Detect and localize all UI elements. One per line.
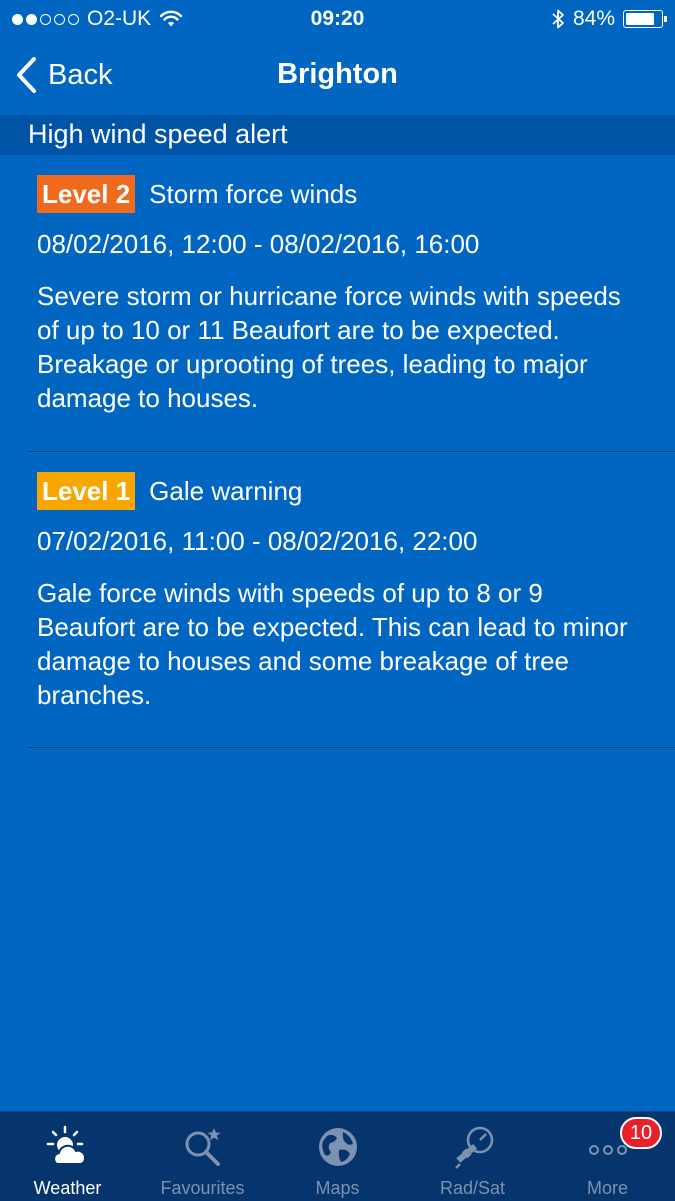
weather-icon — [46, 1125, 86, 1165]
alert-item: Level 1 Gale warning 07/02/2016, 11:00 -… — [0, 452, 675, 748]
level-badge: Level 1 — [37, 472, 136, 510]
alert-time-range: 07/02/2016, 11:00 - 08/02/2016, 22:00 — [37, 526, 478, 556]
alert-title: Gale warning — [149, 475, 303, 506]
tab-weather[interactable]: Weather — [0, 1112, 135, 1201]
tab-label: Rad/Sat — [439, 1178, 506, 1198]
alert-time-range: 08/02/2016, 12:00 - 08/02/2016, 16:00 — [37, 229, 480, 259]
section-header: High wind speed alert — [0, 115, 675, 155]
alert-title: Storm force winds — [149, 178, 358, 209]
status-right: 84% — [551, 7, 667, 31]
section-title: High wind speed alert — [28, 119, 288, 149]
tab-favourites[interactable]: Favourites — [135, 1112, 270, 1201]
tab-rad-sat[interactable]: Rad/Sat — [405, 1112, 540, 1201]
battery-fill — [626, 13, 654, 25]
tab-label: Weather — [33, 1178, 102, 1198]
alert-heading: Level 1 Gale warning — [37, 472, 302, 510]
divider — [28, 747, 675, 748]
battery-tip — [664, 16, 667, 22]
tab-maps[interactable]: Maps — [270, 1112, 405, 1201]
tab-label: More — [586, 1178, 628, 1198]
alert-description: Severe storm or hurricane force winds wi… — [37, 281, 621, 413]
globe-icon — [319, 1128, 357, 1166]
alert-description: Gale force winds with speeds of up to 8 … — [37, 578, 628, 710]
status-bar: O2-UK 09:20 84% — [0, 0, 675, 38]
alert-item: Level 2 Storm force winds 08/02/2016, 12… — [0, 155, 675, 452]
battery-icon — [623, 10, 667, 28]
nav-bar: Back Brighton — [0, 38, 675, 115]
tab-label: Maps — [315, 1178, 360, 1198]
satellite-icon — [455, 1126, 494, 1169]
bluetooth-icon — [552, 9, 564, 29]
tab-label: Favourites — [160, 1178, 245, 1198]
battery-percent: 84% — [572, 7, 615, 30]
favourites-icon — [185, 1128, 221, 1166]
alert-heading: Level 2 Storm force winds — [37, 175, 357, 213]
level-badge: Level 2 — [37, 175, 136, 213]
notification-badge: 10 — [620, 1117, 662, 1149]
page-title: Brighton — [277, 58, 398, 90]
tab-bar: Weather Favourites Maps Rad/Sat More — [0, 1111, 675, 1201]
